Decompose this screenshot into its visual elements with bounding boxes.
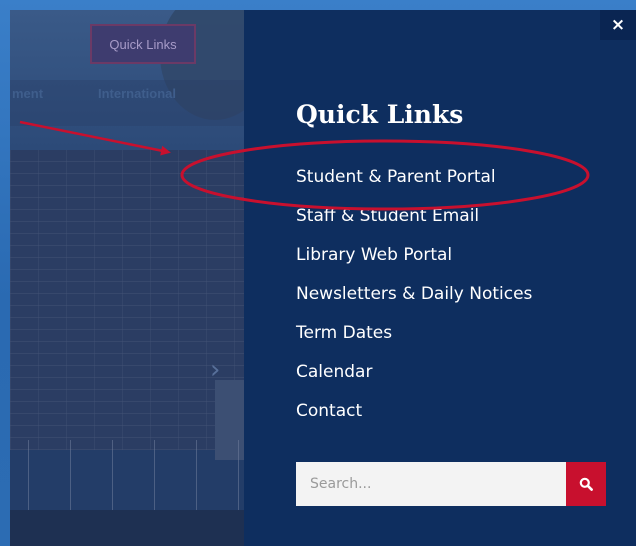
search-input[interactable]: [296, 462, 566, 506]
search-icon: [579, 477, 593, 491]
link-calendar[interactable]: Calendar: [296, 361, 532, 400]
link-student-parent-portal[interactable]: Student & Parent Portal: [296, 166, 532, 205]
link-newsletters-daily-notices[interactable]: Newsletters & Daily Notices: [296, 283, 532, 322]
search-button[interactable]: [566, 462, 606, 506]
search-form: [296, 462, 606, 506]
nav-item-partial[interactable]: ment: [12, 86, 43, 101]
link-staff-student-email[interactable]: Staff & Student Email: [296, 205, 532, 244]
backdrop-ground: [10, 510, 244, 546]
panel-title: Quick Links: [296, 100, 464, 129]
website-backdrop: Quick Links ment International ›: [10, 10, 244, 546]
close-icon[interactable]: ×: [600, 10, 636, 40]
backdrop-bike-rack: [10, 440, 244, 510]
quick-links-list: Student & Parent Portal Staff & Student …: [296, 166, 532, 439]
nav-item-international[interactable]: International: [98, 86, 176, 101]
quick-links-panel: × Quick Links Student & Parent Portal St…: [244, 10, 636, 546]
quick-links-button[interactable]: Quick Links: [90, 24, 196, 64]
link-library-web-portal[interactable]: Library Web Portal: [296, 244, 532, 283]
carousel-next-icon[interactable]: ›: [210, 355, 220, 385]
link-term-dates[interactable]: Term Dates: [296, 322, 532, 361]
link-contact[interactable]: Contact: [296, 400, 532, 439]
backdrop-brick-wall: [10, 150, 244, 450]
